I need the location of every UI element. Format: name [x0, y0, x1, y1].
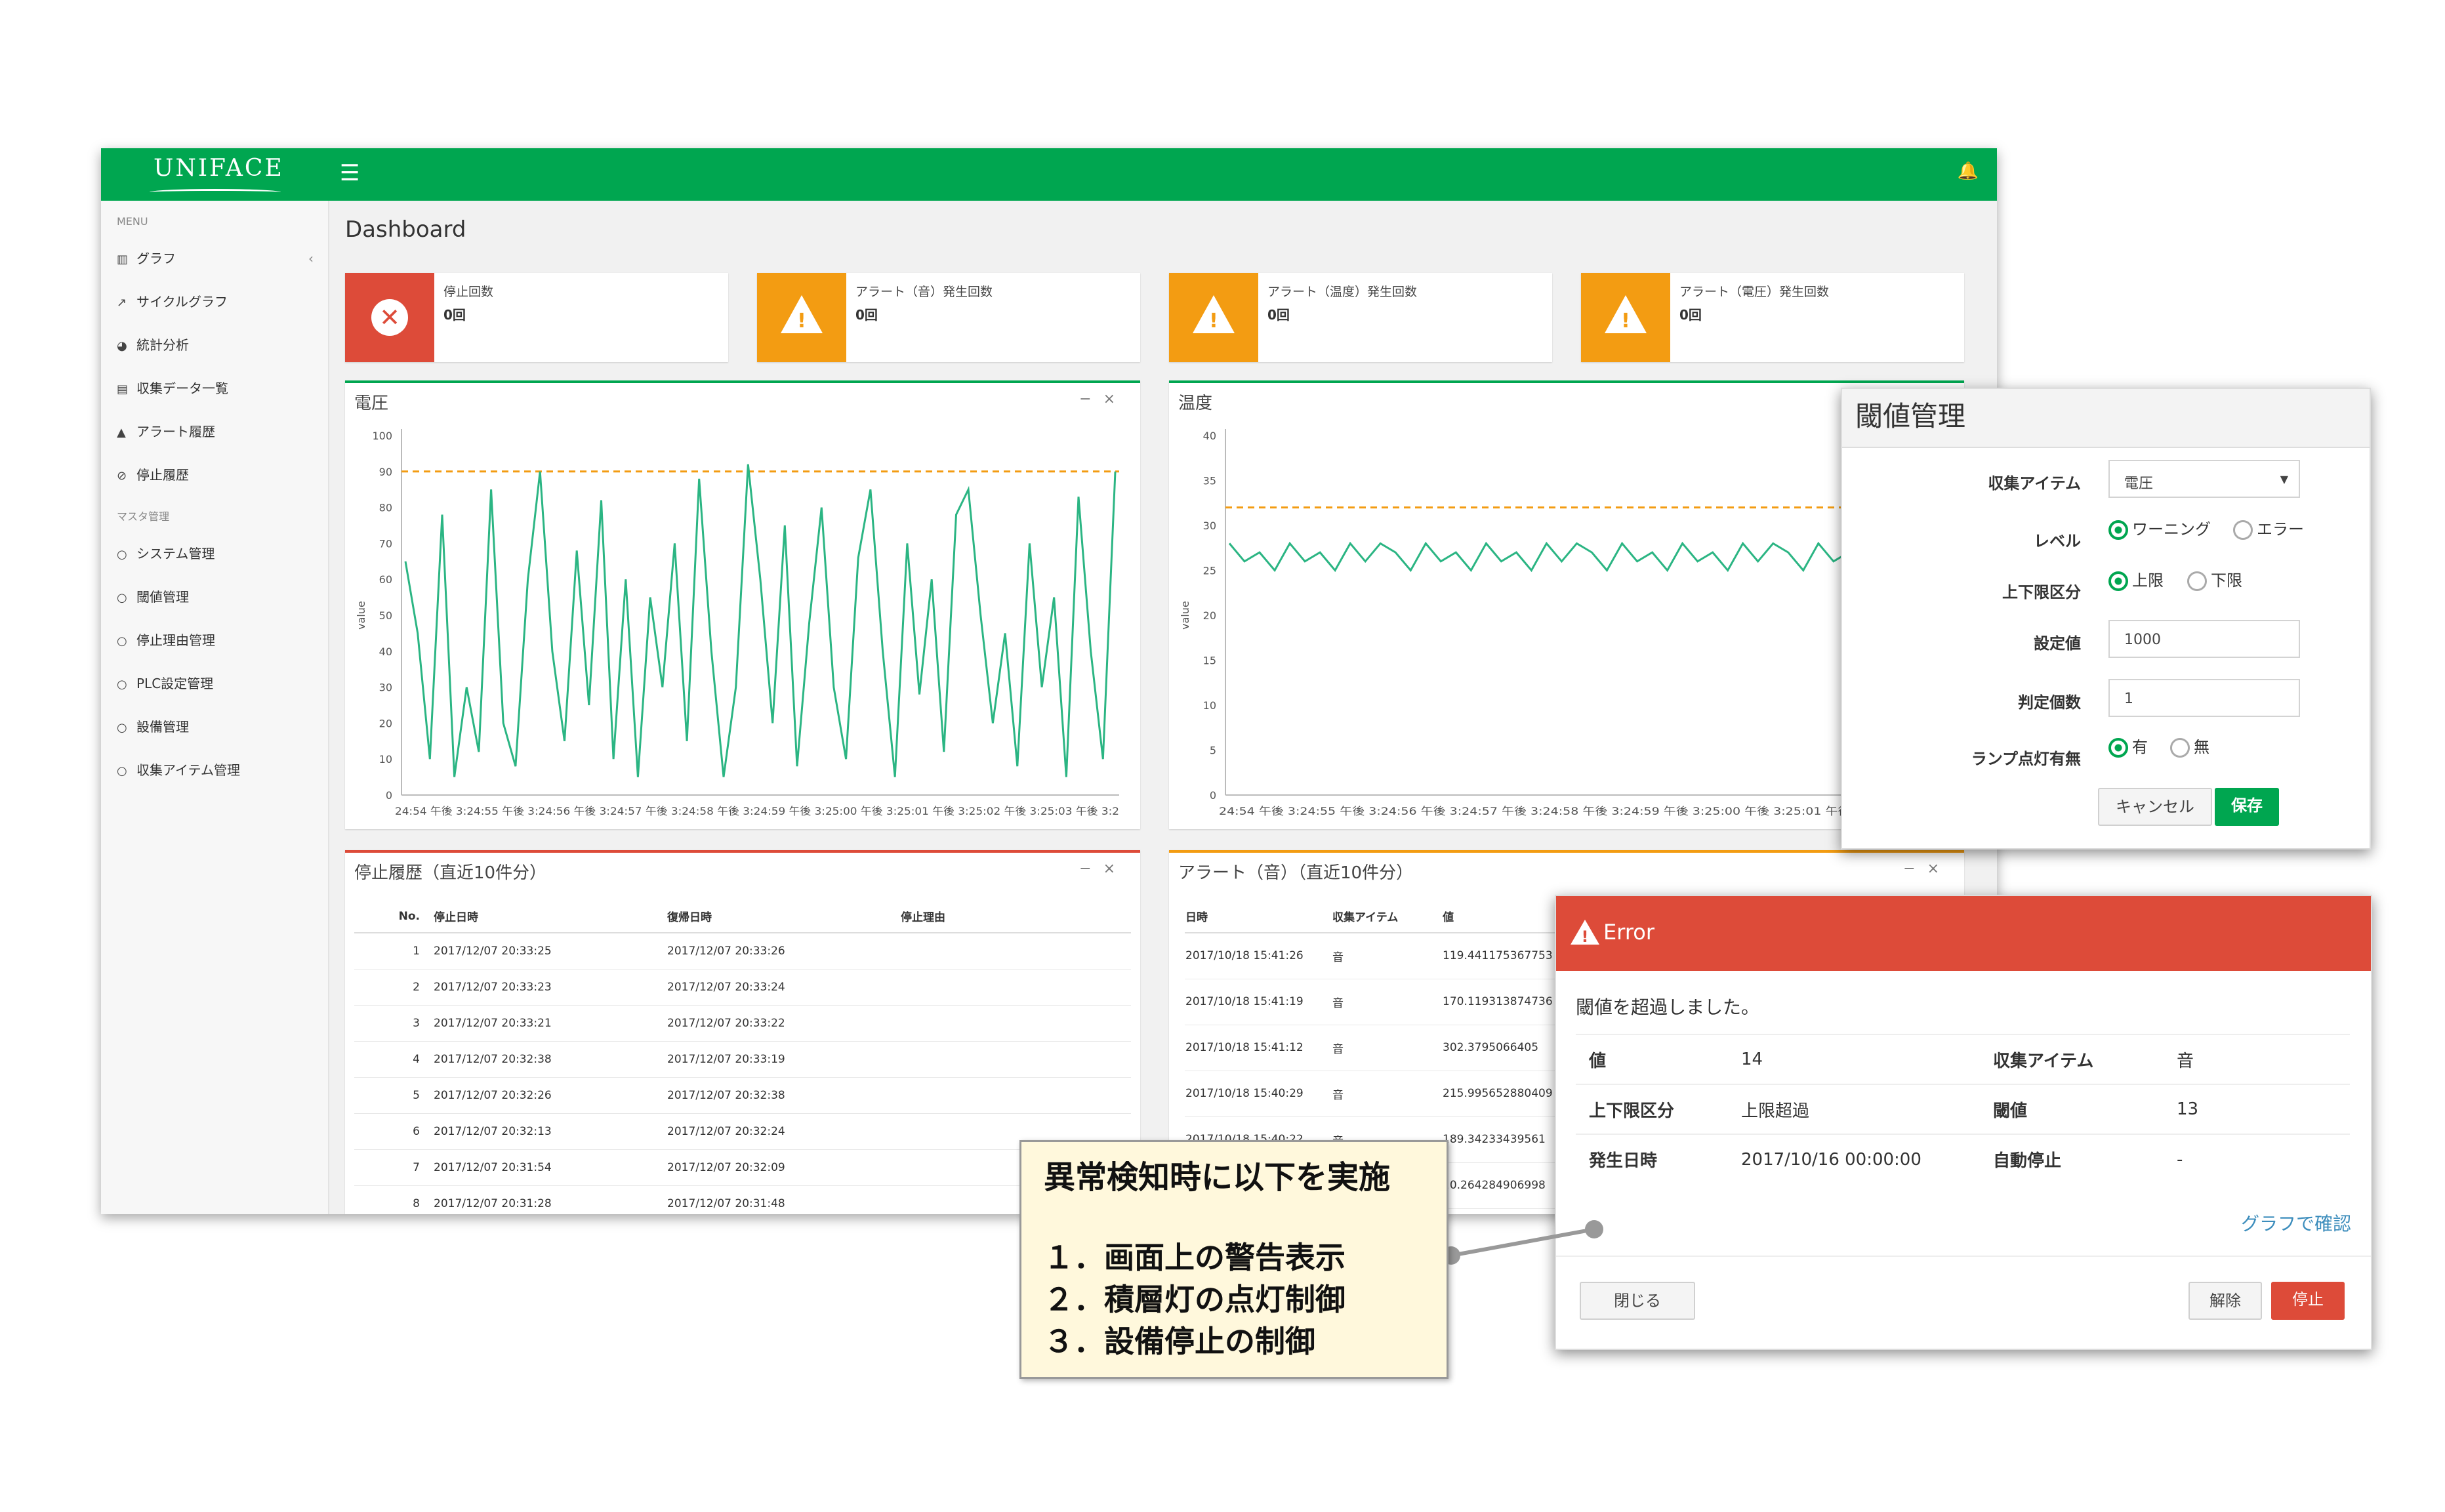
callout-line: ３．設備停止の制御	[1044, 1324, 1315, 1359]
annotation-callout: 異常検知時に以下を実施 １．画面上の警告表示 ２．積層灯の点灯制御 ３．設備停止…	[1019, 1140, 1449, 1379]
callout-line: ２．積層灯の点灯制御	[1044, 1282, 1346, 1317]
callout-line: １．画面上の警告表示	[1044, 1240, 1346, 1275]
callout-title: 異常検知時に以下を実施	[1044, 1159, 1391, 1196]
